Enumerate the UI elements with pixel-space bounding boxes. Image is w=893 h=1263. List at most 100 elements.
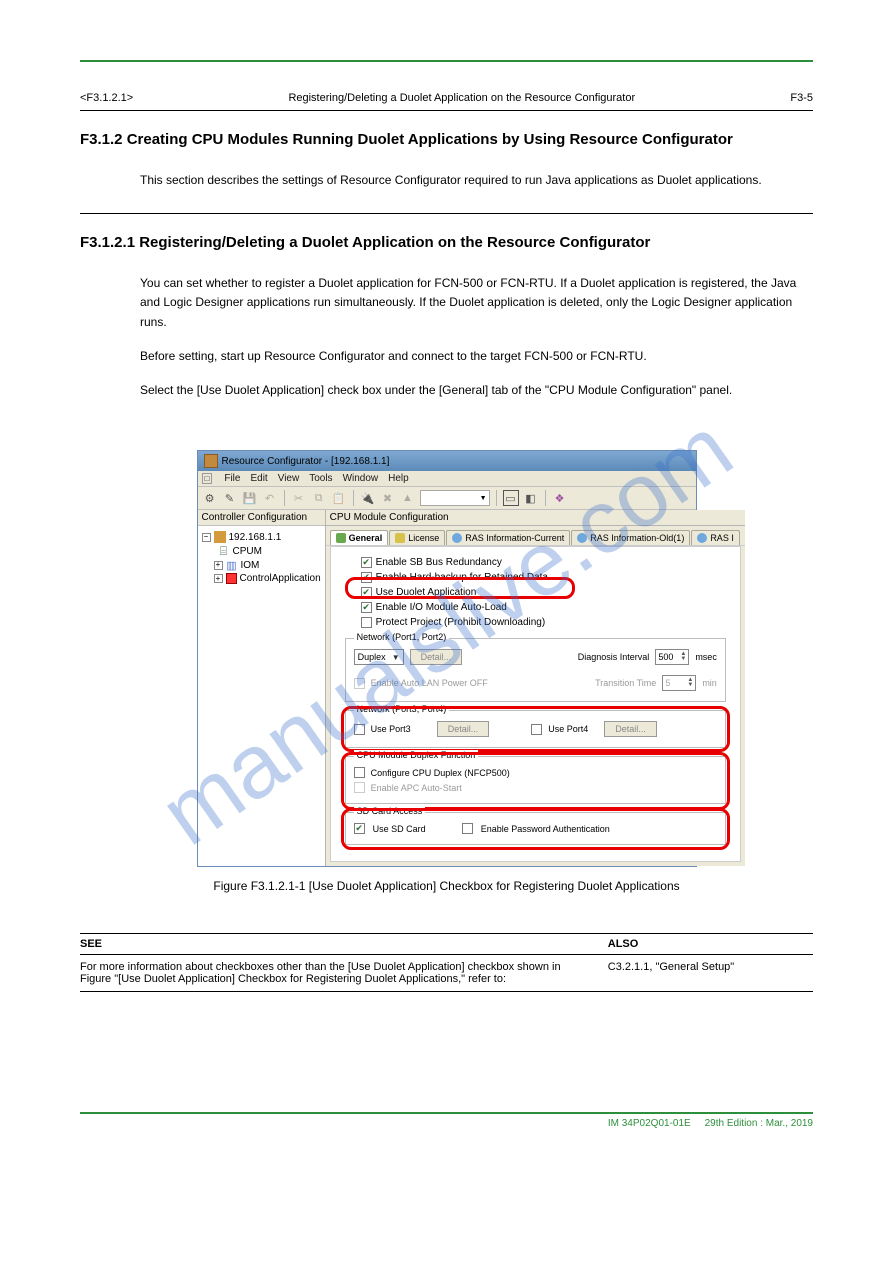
paste-icon[interactable]: 📋: [331, 490, 347, 506]
tree-iom-label: IOM: [241, 560, 260, 571]
tree-iom[interactable]: + ▥ IOM: [202, 558, 321, 572]
page-footer: IM 34P02Q01-01E 29th Edition : Mar., 201…: [80, 1114, 813, 1129]
tab-ras-old[interactable]: RAS Information-Old(1): [571, 530, 690, 545]
transition-time-input: 5 ▲▼: [662, 675, 696, 691]
tree-cpum[interactable]: ⌸ CPUM: [202, 544, 321, 558]
cut-icon[interactable]: ✂: [291, 490, 307, 506]
checkbox-icon[interactable]: [462, 823, 473, 834]
checkbox-icon[interactable]: [361, 602, 372, 613]
check-protect[interactable]: Protect Project (Prohibit Downloading): [341, 615, 730, 630]
cpu-duplex-legend: CPU Module Duplex Function: [354, 750, 479, 760]
panel-title: CPU Module Configuration: [326, 510, 745, 526]
ras-tab-icon: [697, 533, 707, 543]
tab-general[interactable]: General: [330, 530, 389, 545]
doc-header: <F3.1.2.1> Registering/Deleting a Duolet…: [80, 92, 813, 104]
controller-tree: Controller Configuration − 192.168.1.1 ⌸…: [198, 510, 326, 866]
expand-icon[interactable]: +: [214, 561, 223, 570]
tab-license-label: License: [408, 533, 439, 543]
general-tab-body: Enable SB Bus Redundancy Enable Hard-bac…: [330, 546, 741, 862]
menu-file[interactable]: File: [224, 473, 240, 484]
tab-ras-current[interactable]: RAS Information-Current: [446, 530, 570, 545]
window-title: Resource Configurator - [192.168.1.1]: [222, 456, 390, 467]
checkbox-icon[interactable]: [361, 557, 372, 568]
toolbar: ⚙ ✎ 💾 ↶ ✂ ⧉ 📋 🔌 ✖ ▲ ▼ ▭ ◧ ❖: [198, 487, 696, 510]
check-sb-bus[interactable]: Enable SB Bus Redundancy: [341, 555, 730, 570]
net12-legend: Network (Port1, Port2): [354, 632, 450, 642]
save-icon[interactable]: 💾: [242, 490, 258, 506]
checkbox-icon[interactable]: [361, 587, 372, 598]
resource-configurator-window: Resource Configurator - [192.168.1.1] □ …: [197, 450, 697, 867]
tree-control-app[interactable]: + ControlApplication: [202, 572, 321, 585]
net-mode-select[interactable]: Duplex ▼: [354, 649, 404, 665]
transition-time-unit: min: [702, 678, 717, 688]
checkbox-icon[interactable]: [354, 724, 365, 735]
page-body: <F3.1.2.1> Registering/Deleting a Duolet…: [0, 0, 893, 1169]
check-io-auto[interactable]: Enable I/O Module Auto-Load: [341, 600, 730, 615]
doc-title: Registering/Deleting a Duolet Applicatio…: [288, 92, 635, 104]
check-duolet[interactable]: Use Duolet Application: [341, 585, 730, 600]
section-heading: F3.1.2 Creating CPU Modules Running Duol…: [80, 131, 813, 148]
tree-root[interactable]: − 192.168.1.1: [202, 530, 321, 544]
layout-icon[interactable]: ◧: [523, 490, 539, 506]
checkbox-icon[interactable]: [361, 617, 372, 628]
toolbar-dropdown[interactable]: ▼: [420, 490, 490, 506]
toolbar-separator: [545, 490, 546, 506]
check-hard-backup[interactable]: Enable Hard-backup for Retained Data: [341, 570, 730, 585]
transition-time-value: 5: [665, 678, 670, 688]
diag-interval-value: 500: [658, 652, 673, 662]
spinner-icon: ▲▼: [687, 678, 693, 688]
ras-tab-icon: [577, 533, 587, 543]
checkbox-icon[interactable]: [354, 823, 365, 834]
view-icon[interactable]: ▭: [503, 490, 519, 506]
action-icon[interactable]: ▲: [400, 490, 416, 506]
machine-icon: [214, 531, 226, 543]
footer-edition: 29th Edition : Mar., 2019: [705, 1118, 813, 1129]
menu-tools[interactable]: Tools: [309, 473, 332, 484]
body-para-1: You can set whether to register a Duolet…: [80, 259, 813, 347]
port3-detail-button[interactable]: Detail...: [437, 721, 490, 737]
undo-icon[interactable]: ↶: [262, 490, 278, 506]
help-icon[interactable]: ❖: [552, 490, 568, 506]
menu-window[interactable]: Window: [343, 473, 379, 484]
check-protect-label: Protect Project (Prohibit Downloading): [376, 617, 546, 628]
see-also-left: For more information about checkboxes ot…: [80, 961, 593, 985]
toolbar-separator: [496, 490, 497, 506]
delete-icon[interactable]: ✖: [380, 490, 396, 506]
subsection-heading: F3.1.2.1 Registering/Deleting a Duolet A…: [80, 234, 813, 251]
copy-icon[interactable]: ⧉: [311, 490, 327, 506]
app-icon: [204, 454, 218, 468]
use-port3-label: Use Port3: [371, 724, 411, 734]
license-tab-icon: [395, 533, 405, 543]
sd-legend: SD Card Access: [354, 806, 426, 816]
menu-view[interactable]: View: [278, 473, 300, 484]
control-box-icon[interactable]: □: [202, 473, 213, 484]
tab-ras-more[interactable]: RAS I: [691, 530, 740, 545]
menu-edit[interactable]: Edit: [250, 473, 267, 484]
tree-cpum-label: CPUM: [233, 546, 262, 557]
see-also-row: For more information about checkboxes ot…: [80, 955, 813, 992]
spinner-icon[interactable]: ▲▼: [680, 652, 686, 662]
connect-icon[interactable]: 🔌: [360, 490, 376, 506]
checkbox-icon[interactable]: [531, 724, 542, 735]
top-green-rule: [80, 60, 813, 62]
tab-ras-more-label: RAS I: [710, 533, 734, 543]
collapse-icon[interactable]: −: [202, 533, 211, 542]
expand-icon[interactable]: +: [214, 574, 223, 583]
enable-password-auth-label: Enable Password Authentication: [481, 824, 610, 834]
edit-icon[interactable]: ✎: [222, 490, 238, 506]
diag-interval-input[interactable]: 500 ▲▼: [655, 649, 689, 665]
figure-caption: Figure F3.1.2.1-1 [Use Duolet Applicatio…: [80, 879, 813, 893]
window-titlebar: Resource Configurator - [192.168.1.1]: [198, 451, 696, 471]
transition-time-label: Transition Time: [595, 678, 656, 688]
menubar: □ File Edit View Tools Window Help: [198, 471, 696, 487]
net12-detail-button[interactable]: Detail...: [410, 649, 463, 665]
menu-help[interactable]: Help: [388, 473, 409, 484]
port4-detail-button[interactable]: Detail...: [604, 721, 657, 737]
check-io-auto-label: Enable I/O Module Auto-Load: [376, 602, 507, 613]
tool-icon[interactable]: ⚙: [202, 490, 218, 506]
doc-id: <F3.1.2.1>: [80, 92, 133, 104]
general-tab-icon: [336, 533, 346, 543]
checkbox-icon[interactable]: [361, 572, 372, 583]
checkbox-icon[interactable]: [354, 767, 365, 778]
tab-license[interactable]: License: [389, 530, 445, 545]
